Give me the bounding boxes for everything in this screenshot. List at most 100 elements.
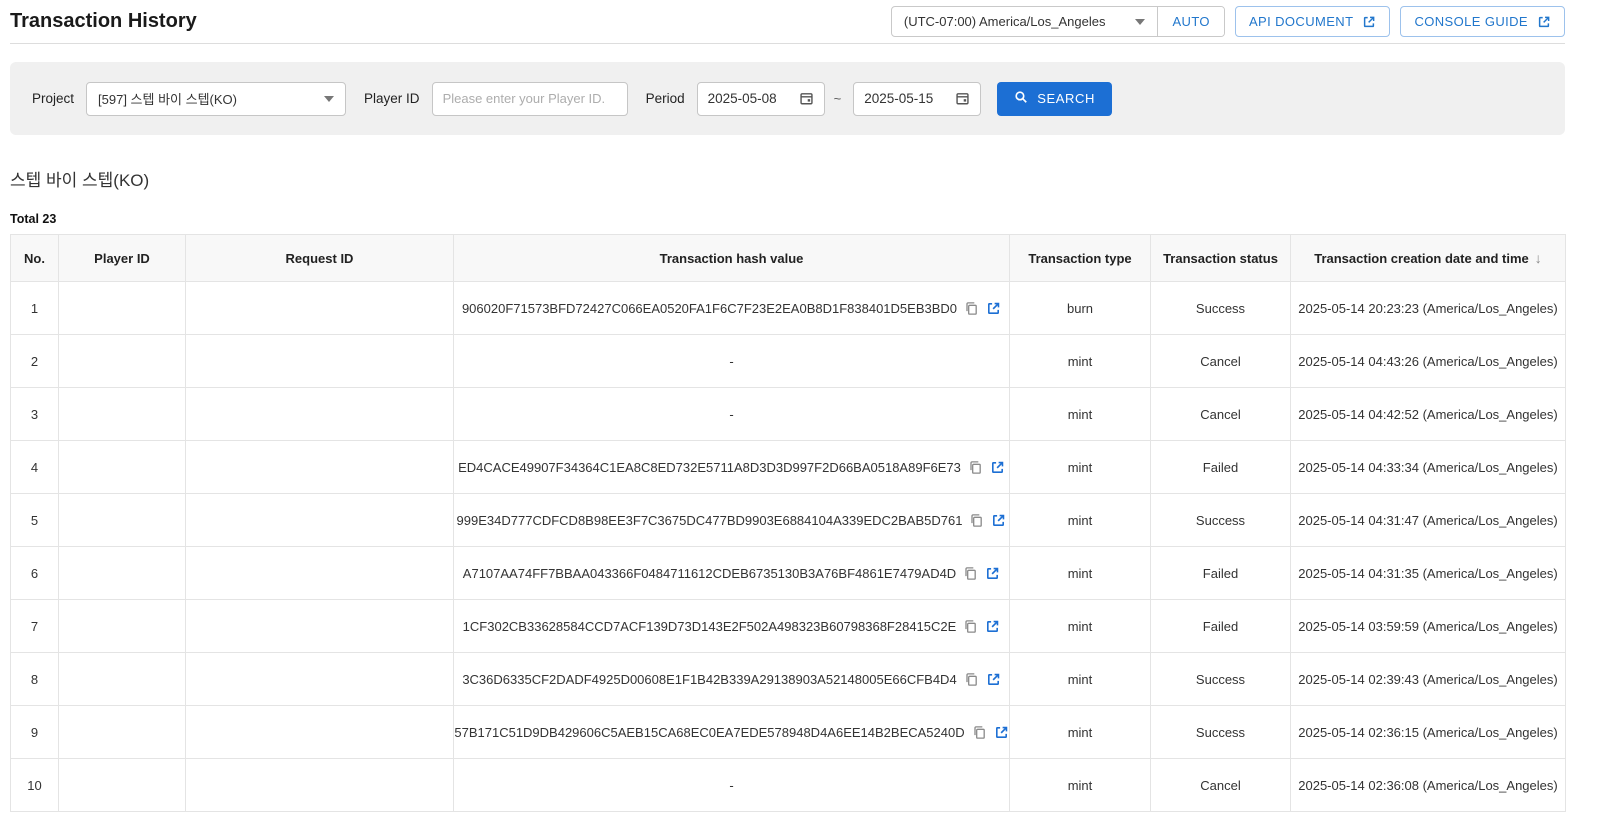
cell-transaction-type: mint [1010,706,1151,759]
search-button[interactable]: SEARCH [997,82,1112,116]
cell-request-id [186,653,454,706]
transaction-hash-value: ED4CACE49907F34364C1EA8C8ED732E5711A8D3D… [458,460,961,475]
cell-created: 2025-05-14 20:23:23 (America/Los_Angeles… [1291,282,1566,335]
col-header-created[interactable]: Transaction creation date and time ↓ [1291,235,1566,282]
cell-player-id [59,547,186,600]
sort-desc-icon: ↓ [1535,250,1542,266]
cell-created: 2025-05-14 02:39:43 (America/Los_Angeles… [1291,653,1566,706]
cell-transaction-hash: 57B171C51D9DB429606C5AEB15CA68EC0EA7EDE5… [454,706,1010,759]
copy-icon[interactable] [963,566,978,581]
project-value: [597] 스텝 바이 스텝(KO) [98,89,237,108]
cell-created: 2025-05-14 04:43:26 (America/Los_Angeles… [1291,335,1566,388]
cell-no: 3 [11,388,59,441]
cell-transaction-status: Cancel [1151,388,1291,441]
table-row: 6 A7107AA74FF7BBAA043366F0484711612CDEB6… [11,547,1566,600]
timezone-select[interactable]: (UTC-07:00) America/Los_Angeles [892,7,1158,36]
cell-request-id [186,494,454,547]
cell-no: 9 [11,706,59,759]
external-link-icon [1537,15,1551,29]
transaction-hash-value: - [729,407,733,422]
copy-icon[interactable] [969,513,984,528]
period-start-input[interactable]: 2025-05-08 [697,82,825,116]
cell-transaction-status: Success [1151,706,1291,759]
copy-icon[interactable] [963,619,978,634]
cell-created: 2025-05-14 04:31:35 (America/Los_Angeles… [1291,547,1566,600]
table-row: 1 906020F71573BFD72427C066EA0520FA1F6C7F… [11,282,1566,335]
cell-transaction-status: Success [1151,653,1291,706]
table-body: 1 906020F71573BFD72427C066EA0520FA1F6C7F… [11,282,1566,812]
page-content: Transaction History (UTC-07:00) America/… [10,0,1565,812]
player-id-input[interactable] [432,82,628,116]
cell-transaction-type: mint [1010,335,1151,388]
cell-player-id [59,282,186,335]
copy-icon[interactable] [964,672,979,687]
cell-no: 2 [11,335,59,388]
cell-transaction-status: Failed [1151,600,1291,653]
external-link-icon[interactable] [990,460,1005,475]
cell-no: 4 [11,441,59,494]
chevron-down-icon [324,96,334,102]
cell-player-id [59,441,186,494]
cell-no: 10 [11,759,59,812]
cell-transaction-type: mint [1010,547,1151,600]
cell-created: 2025-05-14 04:31:47 (America/Los_Angeles… [1291,494,1566,547]
total-count: Total 23 [10,212,1565,226]
cell-player-id [59,706,186,759]
transaction-hash-value: 999E34D777CDFCD8B98EE3F7C3675DC477BD9903… [457,513,963,528]
cell-transaction-type: mint [1010,600,1151,653]
external-link-icon[interactable] [994,725,1009,740]
transaction-hash-value: 57B171C51D9DB429606C5AEB15CA68EC0EA7EDE5… [454,725,964,740]
col-header-type: Transaction type [1010,235,1151,282]
cell-request-id [186,282,454,335]
timezone-value: (UTC-07:00) America/Los_Angeles [904,14,1106,29]
cell-transaction-hash: ED4CACE49907F34364C1EA8C8ED732E5711A8D3D… [454,441,1010,494]
console-guide-button[interactable]: CONSOLE GUIDE [1400,6,1565,37]
page-header: Transaction History (UTC-07:00) America/… [10,0,1565,44]
cell-player-id [59,600,186,653]
transaction-hash-value: - [729,354,733,369]
transaction-hash-value: A7107AA74FF7BBAA043366F0484711612CDEB673… [463,566,956,581]
api-document-label: API DOCUMENT [1249,14,1353,29]
cell-no: 1 [11,282,59,335]
transaction-hash-value: 1CF302CB33628584CCD7ACF139D73D143E2F502A… [463,619,957,634]
table-row: 5 999E34D777CDFCD8B98EE3F7C3675DC477BD99… [11,494,1566,547]
cell-no: 6 [11,547,59,600]
project-section-title: 스텝 바이 스텝(KO) [10,166,1565,191]
project-select[interactable]: [597] 스텝 바이 스텝(KO) [86,82,346,116]
period-end-input[interactable]: 2025-05-15 [853,82,981,116]
cell-transaction-status: Success [1151,282,1291,335]
cell-transaction-hash: 999E34D777CDFCD8B98EE3F7C3675DC477BD9903… [454,494,1010,547]
period-end-value: 2025-05-15 [864,91,933,106]
api-document-button[interactable]: API DOCUMENT [1235,6,1390,37]
external-link-icon[interactable] [986,672,1001,687]
cell-transaction-hash: A7107AA74FF7BBAA043366F0484711612CDEB673… [454,547,1010,600]
external-link-icon[interactable] [986,301,1001,316]
filter-bar: Project [597] 스텝 바이 스텝(KO) Player ID Per… [10,62,1565,135]
cell-created: 2025-05-14 03:59:59 (America/Los_Angeles… [1291,600,1566,653]
copy-icon[interactable] [968,460,983,475]
transaction-hash-value: 3C36D6335CF2DADF4925D00608E1F1B42B339A29… [462,672,956,687]
cell-transaction-type: mint [1010,388,1151,441]
cell-transaction-hash: - [454,388,1010,441]
cell-player-id [59,388,186,441]
cell-transaction-status: Failed [1151,441,1291,494]
table-row: 3 - mint Cancel [11,388,1566,441]
table-row: 7 1CF302CB33628584CCD7ACF139D73D143E2F50… [11,600,1566,653]
cell-transaction-hash: 3C36D6335CF2DADF4925D00608E1F1B42B339A29… [454,653,1010,706]
cell-request-id [186,759,454,812]
project-label: Project [32,91,74,106]
table-row: 2 - mint Cancel [11,335,1566,388]
col-header-created-label: Transaction creation date and time [1314,251,1529,266]
period-start-value: 2025-05-08 [708,91,777,106]
table-row: 9 57B171C51D9DB429606C5AEB15CA68EC0EA7ED… [11,706,1566,759]
external-link-icon[interactable] [991,513,1006,528]
external-link-icon[interactable] [985,619,1000,634]
auto-button[interactable]: AUTO [1157,7,1223,36]
copy-icon[interactable] [964,301,979,316]
copy-icon[interactable] [972,725,987,740]
cell-no: 8 [11,653,59,706]
cell-player-id [59,759,186,812]
cell-request-id [186,547,454,600]
external-link-icon[interactable] [985,566,1000,581]
table-row: 10 - mint Cancel [11,759,1566,812]
